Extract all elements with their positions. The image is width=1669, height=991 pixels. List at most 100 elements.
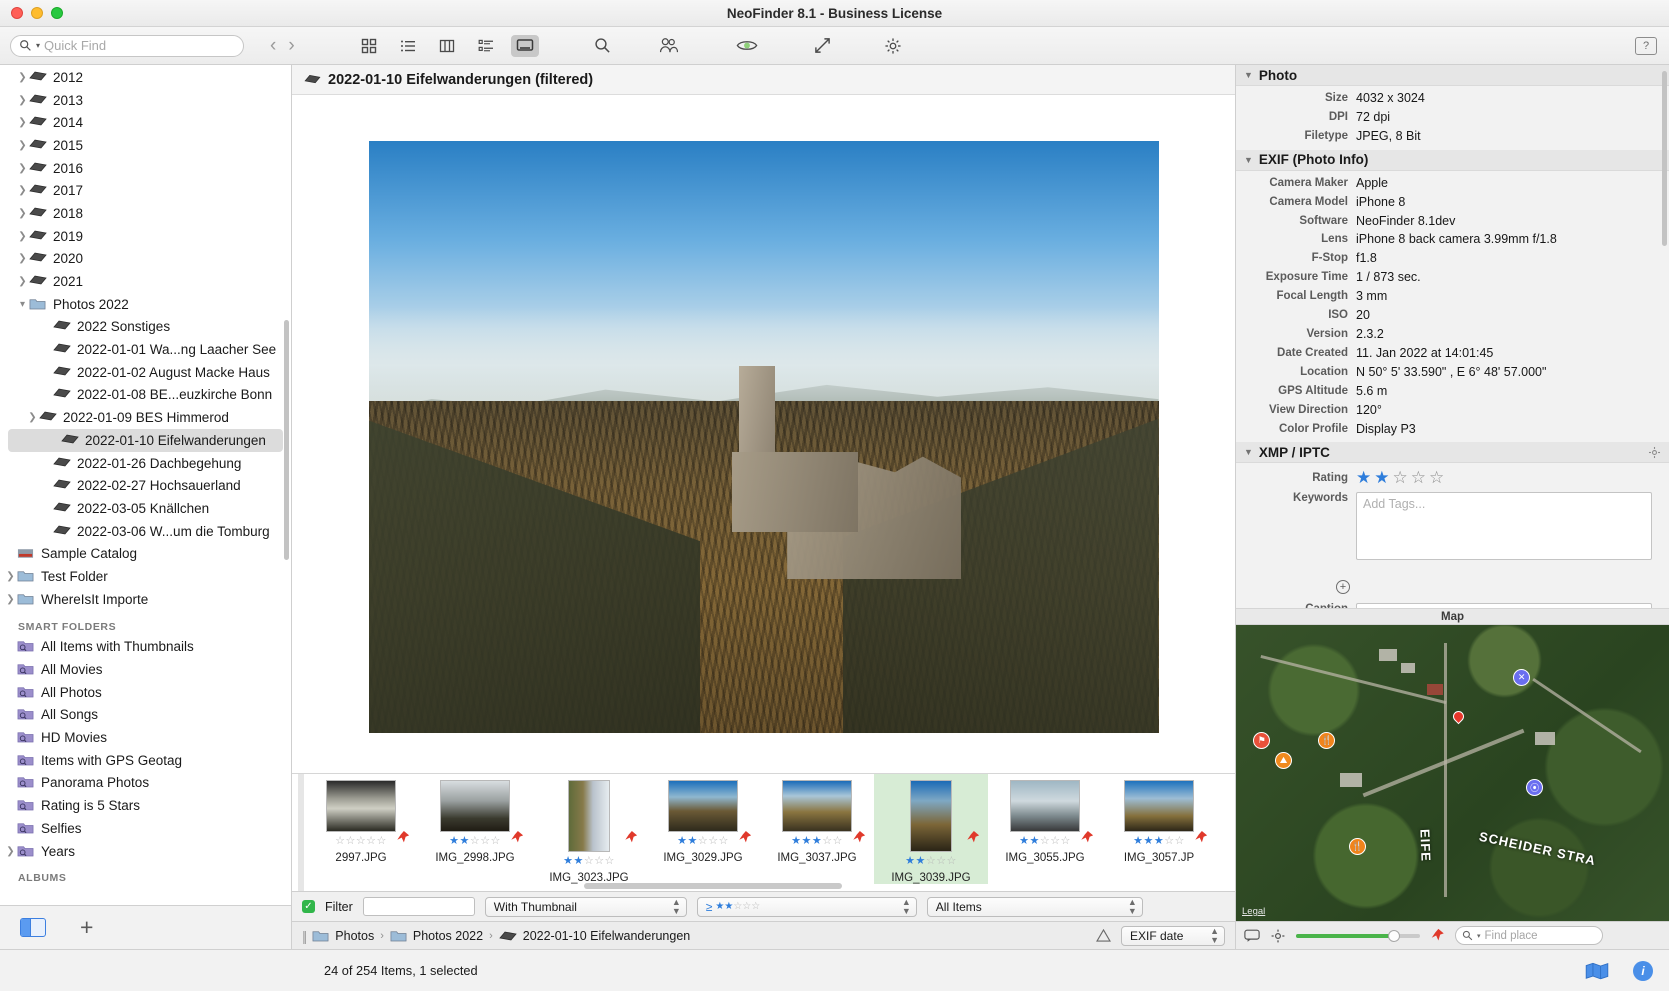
minimize-window-button[interactable] [31,7,43,19]
zoom-window-button[interactable] [51,7,63,19]
chevron-down-icon[interactable]: ▼ [1244,447,1253,457]
sidebar-item[interactable]: 2022-01-26 Dachbegehung [0,452,291,475]
filmstrip-item-stars[interactable]: ☆☆☆☆☆ [335,836,387,847]
sidebar-item[interactable]: Selfies [0,817,291,840]
disclosure-triangle-icon[interactable]: ❯ [16,117,29,128]
map-zoom-slider[interactable] [1296,934,1420,938]
map-poi-food-icon[interactable]: 🍴 [1349,838,1366,855]
sidebar-item[interactable]: 2022-03-05 Knällchen [0,497,291,520]
fullscreen-button[interactable] [809,35,837,57]
view-columns-button[interactable] [433,35,461,57]
chevron-down-icon[interactable]: ▼ [1244,70,1253,80]
filmstrip-item[interactable]: ★★☆☆☆IMG_3023.JPG [532,774,646,884]
sidebar-item[interactable]: ▾Photos 2022 [0,293,291,316]
sidebar-item[interactable]: ❯2018 [0,202,291,225]
people-button[interactable] [655,35,683,57]
filmstrip-item[interactable]: ★★☆☆☆IMG_3029.JPG [646,774,760,884]
sidebar-item[interactable]: All Songs [0,704,291,727]
filter-thumbnail-select[interactable]: With Thumbnail ▲▼ [485,897,687,917]
find-button[interactable] [589,35,617,57]
sidebar-item[interactable]: All Movies [0,658,291,681]
close-window-button[interactable] [11,7,23,19]
sidebar-item[interactable]: Items with GPS Geotag [0,749,291,772]
disclosure-triangle-icon[interactable]: ❯ [16,208,29,219]
sidebar-item[interactable]: ❯2016 [0,157,291,180]
pin-icon[interactable] [852,830,866,846]
sidebar-item[interactable]: HD Movies [0,726,291,749]
filmstrip-thumbnail[interactable] [1124,780,1194,832]
sidebar-item[interactable]: ❯2014 [0,111,291,134]
comment-icon[interactable] [1244,929,1260,943]
help-button[interactable]: ? [1635,37,1657,55]
sidebar-item[interactable]: All Items with Thumbnails [0,636,291,659]
sidebar-item[interactable]: ❯2012 [0,66,291,89]
sidebar-item[interactable]: Rating is 5 Stars [0,794,291,817]
view-details-button[interactable] [472,35,500,57]
sidebar-item[interactable]: ❯Test Folder [0,565,291,588]
sidebar-item[interactable]: ❯2021 [0,270,291,293]
filmstrip-item-stars[interactable]: ★★☆☆☆ [449,836,501,847]
filmstrip-thumbnail[interactable] [910,780,952,852]
disclosure-triangle-icon[interactable]: ❯ [16,253,29,264]
filmstrip-item[interactable]: ★★★☆☆IMG_3037.JPG [760,774,874,884]
filter-checkbox[interactable]: ✓ [302,900,315,913]
warning-triangle-icon[interactable] [1096,929,1111,942]
section-exif-header[interactable]: ▼ EXIF (Photo Info) [1236,150,1669,171]
filmstrip-item-stars[interactable]: ★★☆☆☆ [1019,836,1071,847]
map-icon[interactable] [1585,962,1609,980]
disclosure-triangle-icon[interactable]: ❯ [4,571,17,582]
map-poi-restaurant-icon[interactable]: 🍴 [1318,732,1335,749]
nav-forward-button[interactable]: › [288,36,294,55]
filmstrip-thumbnail[interactable] [782,780,852,832]
view-list-button[interactable] [394,35,422,57]
filmstrip-thumbnail[interactable] [326,780,396,832]
nav-back-button[interactable]: ‹ [270,36,276,55]
pin-icon[interactable] [510,830,524,846]
sidebar-item[interactable]: 2022-01-01 Wa...ng Laacher See [0,338,291,361]
disclosure-triangle-icon[interactable]: ❯ [16,185,29,196]
map-poi-binoculars-icon[interactable]: ⦿ [1526,779,1543,796]
pin-icon[interactable] [624,830,638,846]
disclosure-triangle-icon[interactable]: ❯ [16,72,29,83]
disclosure-triangle-icon[interactable]: ❯ [16,276,29,287]
sidebar-scrollbar[interactable] [284,320,289,560]
filmstrip-thumbnail[interactable] [668,780,738,832]
disclosure-triangle-icon[interactable]: ❯ [16,231,29,242]
filmstrip-item-stars[interactable]: ★★☆☆☆ [677,836,729,847]
filmstrip-item-stars[interactable]: ★★☆☆☆ [905,856,957,867]
info-button[interactable]: i [1633,961,1653,981]
filmstrip-thumbnail[interactable] [440,780,510,832]
sidebar-item-selected[interactable]: 2022-01-10 Eifelwanderungen [8,429,283,452]
view-icons-button[interactable] [355,35,383,57]
gear-icon[interactable] [1648,446,1661,459]
disclosure-triangle-icon[interactable]: ❯ [26,412,39,423]
window-controls[interactable] [0,7,63,19]
filmstrip-item[interactable]: ★★☆☆☆IMG_3055.JPG [988,774,1102,884]
sidebar-item[interactable]: 2022-03-06 W...um die Tomburg [0,520,291,543]
sidebar-item[interactable]: All Photos [0,681,291,704]
photo-preview-area[interactable] [292,95,1235,773]
sidebar-item[interactable]: ❯Years [0,840,291,863]
rating-stars[interactable]: ★★☆☆☆ [1356,469,1447,486]
quick-find-field[interactable]: ▾ Quick Find [10,35,244,57]
preview-eye-button[interactable] [733,35,761,57]
pin-icon[interactable] [396,830,410,846]
filmstrip-thumbnail[interactable] [568,780,610,852]
breadcrumb-item[interactable]: 2022-01-10 Eifelwanderungen [523,929,691,943]
sidebar-item[interactable]: ❯2013 [0,89,291,112]
caption-input[interactable]: Burgensteig [1356,603,1652,608]
disclosure-triangle-icon[interactable]: ❯ [16,95,29,106]
sidebar-item[interactable]: Sample Catalog [0,542,291,565]
pin-icon[interactable] [1430,928,1445,944]
sidebar-item[interactable]: ❯2017 [0,179,291,202]
view-gallery-button[interactable] [511,35,539,57]
pin-icon[interactable] [738,830,752,846]
gear-icon[interactable] [1270,928,1286,944]
add-item-button[interactable]: + [80,916,93,939]
filter-rating-select[interactable]: ≥ ★★☆☆☆ ▲▼ [697,897,917,917]
sort-select[interactable]: EXIF date ▲▼ [1121,926,1225,946]
filmstrip[interactable]: ☆☆☆☆☆2997.JPG★★☆☆☆IMG_2998.JPG★★☆☆☆IMG_3… [292,773,1235,891]
filmstrip-item[interactable]: ★★★☆☆IMG_3057.JP [1102,774,1216,884]
filter-text-input[interactable] [363,897,475,916]
filmstrip-item-stars[interactable]: ★★★☆☆ [1133,836,1185,847]
